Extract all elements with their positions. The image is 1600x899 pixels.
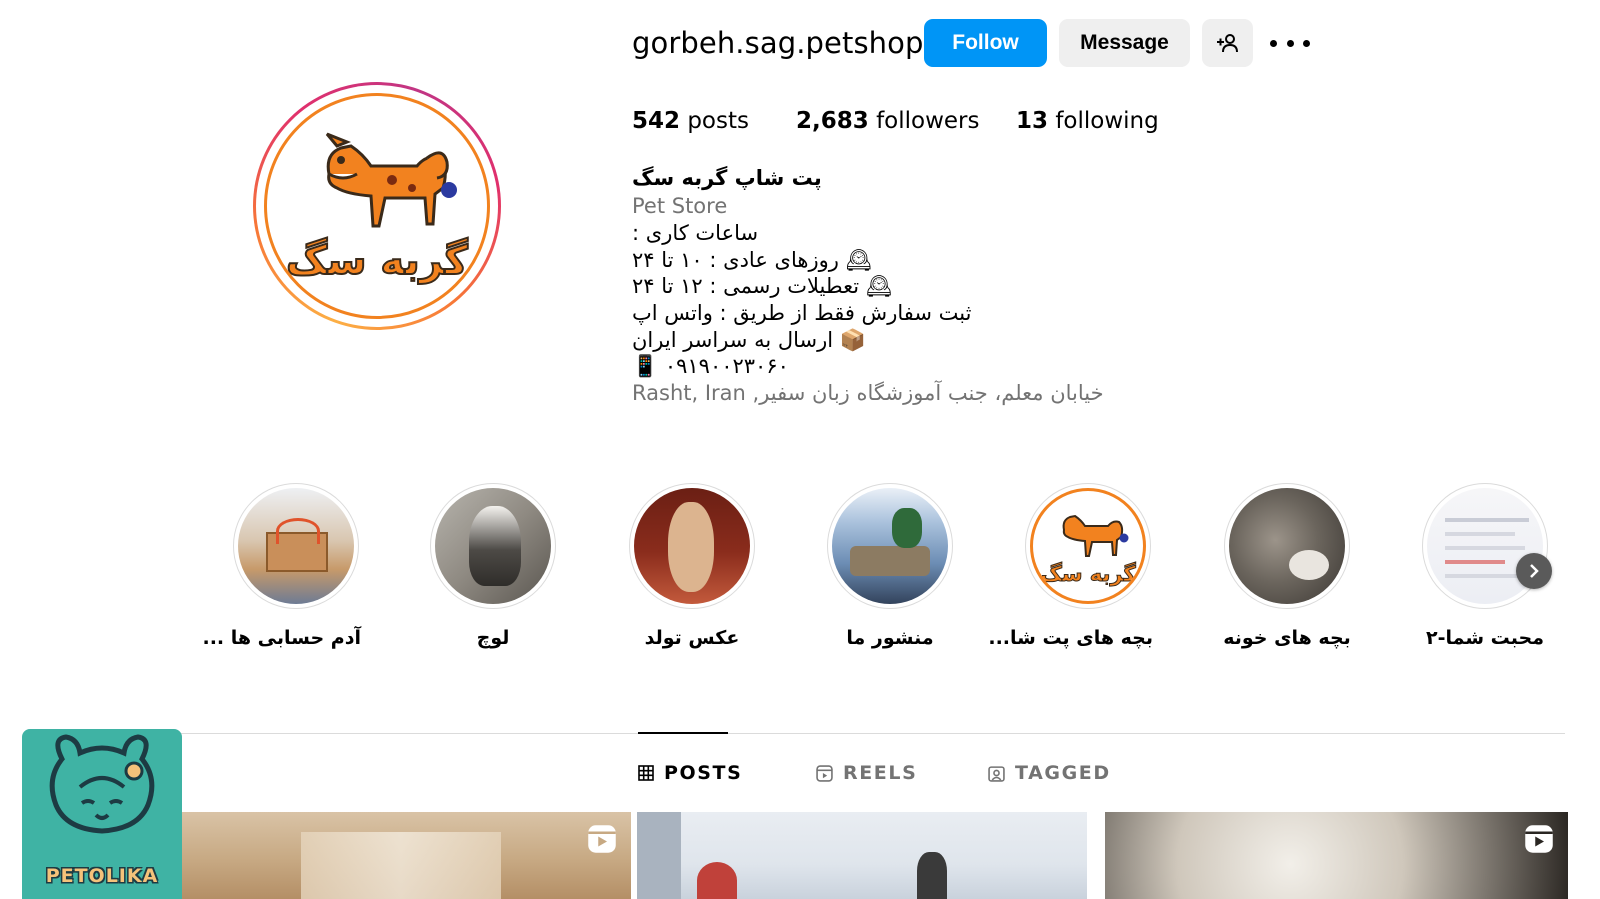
follow-button[interactable]: Follow bbox=[924, 19, 1047, 67]
followers-stat[interactable]: 2,683 followers bbox=[796, 108, 980, 134]
following-stat[interactable]: 13 following bbox=[1016, 108, 1159, 134]
tab-tagged[interactable]: TAGGED bbox=[988, 762, 1111, 784]
posts-count-stat: 542 posts bbox=[632, 108, 749, 134]
highlight-label: عکس تولد bbox=[644, 627, 740, 649]
gorbeh-sag-logo: گربه سگ bbox=[264, 93, 490, 319]
watermark-text: PETOLIKA bbox=[45, 865, 159, 887]
message-button[interactable]: Message bbox=[1059, 19, 1190, 67]
tab-reels[interactable]: REELS bbox=[816, 762, 917, 784]
bio-location[interactable]: خیابان معلم، جنب آموزشگاه زبان سفیر, Ras… bbox=[632, 381, 1104, 405]
active-tab-indicator bbox=[638, 732, 728, 734]
tagged-icon bbox=[988, 765, 1005, 782]
reel-badge-icon bbox=[1525, 825, 1553, 853]
bio-line: 📦 ارسال به سراسر ایران bbox=[632, 328, 866, 352]
highlight-label: بچه های پت شا... bbox=[988, 627, 1153, 649]
bio-display-name: پت شاپ گربه سگ bbox=[632, 166, 822, 190]
bio-line: ثبت سفارش فقط از طریق : واتس اپ bbox=[632, 301, 972, 325]
highlight-label: لوچ bbox=[476, 627, 510, 649]
bio-line: ساعات کاری : bbox=[632, 221, 759, 245]
svg-text:گربه سگ: گربه سگ bbox=[1040, 561, 1136, 586]
highlight-label: محبت شما-۲ bbox=[1426, 627, 1544, 649]
bio-line: 🕰 روزهای عادی : ۱۰ تا ۲۴ bbox=[632, 248, 873, 272]
highlight-cover-image bbox=[1229, 488, 1345, 604]
highlight-label: بچه های خونه bbox=[1223, 627, 1351, 649]
chevron-right-icon bbox=[1530, 564, 1539, 578]
add-user-icon bbox=[1216, 34, 1238, 53]
story-highlight[interactable]: لوچ bbox=[428, 483, 558, 649]
more-options-icon[interactable] bbox=[1270, 30, 1310, 56]
story-highlight[interactable]: بچه های خونه bbox=[1222, 483, 1352, 649]
post-thumbnail[interactable] bbox=[181, 812, 631, 899]
highlight-cover-image: گربه سگ bbox=[1030, 488, 1146, 604]
profile-avatar[interactable]: گربه سگ bbox=[253, 82, 501, 330]
post-thumbnail[interactable] bbox=[637, 812, 1087, 899]
reels-icon bbox=[816, 764, 833, 782]
bio-line: 🕰 تعطیلات رسمی : ۱۲ تا ۲۴ bbox=[632, 274, 893, 298]
highlight-label: منشور ما bbox=[846, 627, 934, 649]
highlight-label: آدم حسابی ها ... bbox=[202, 627, 361, 649]
petolika-watermark: PETOLIKA bbox=[22, 729, 182, 899]
dog-cartoon-icon: گربه سگ bbox=[285, 132, 470, 285]
gorbeh-sag-logo: گربه سگ bbox=[1040, 514, 1137, 587]
bio-category: Pet Store bbox=[632, 194, 728, 218]
reel-badge-icon bbox=[588, 825, 616, 853]
story-highlight[interactable]: گربه سگ بچه های پت شا... bbox=[988, 483, 1153, 649]
post-thumbnail[interactable] bbox=[1105, 812, 1568, 899]
highlights-next-button[interactable] bbox=[1516, 553, 1552, 589]
highlight-cover-image bbox=[435, 488, 551, 604]
instagram-profile-page: گربه سگ gorbeh.sag.petshop Follow Messag… bbox=[0, 0, 1600, 899]
suggested-users-button[interactable] bbox=[1202, 19, 1253, 67]
bio-phone: 📱 ۰۹۱۹۰۰۲۳۰۶۰ bbox=[632, 354, 789, 378]
petolika-logo bbox=[49, 734, 155, 834]
tab-posts[interactable]: POSTS bbox=[638, 762, 742, 784]
story-highlight[interactable]: منشور ما bbox=[825, 483, 955, 649]
grid-icon bbox=[638, 765, 654, 781]
svg-text:گربه سگ: گربه سگ bbox=[286, 237, 468, 284]
story-highlight[interactable]: آدم حسابی ها ... bbox=[202, 483, 361, 649]
highlight-cover-image bbox=[634, 488, 750, 604]
profile-username: gorbeh.sag.petshop bbox=[632, 26, 924, 60]
story-highlight[interactable]: عکس تولد bbox=[627, 483, 757, 649]
highlight-cover-image bbox=[832, 488, 948, 604]
tabs-divider bbox=[181, 733, 1565, 734]
highlight-cover-image bbox=[238, 488, 354, 604]
